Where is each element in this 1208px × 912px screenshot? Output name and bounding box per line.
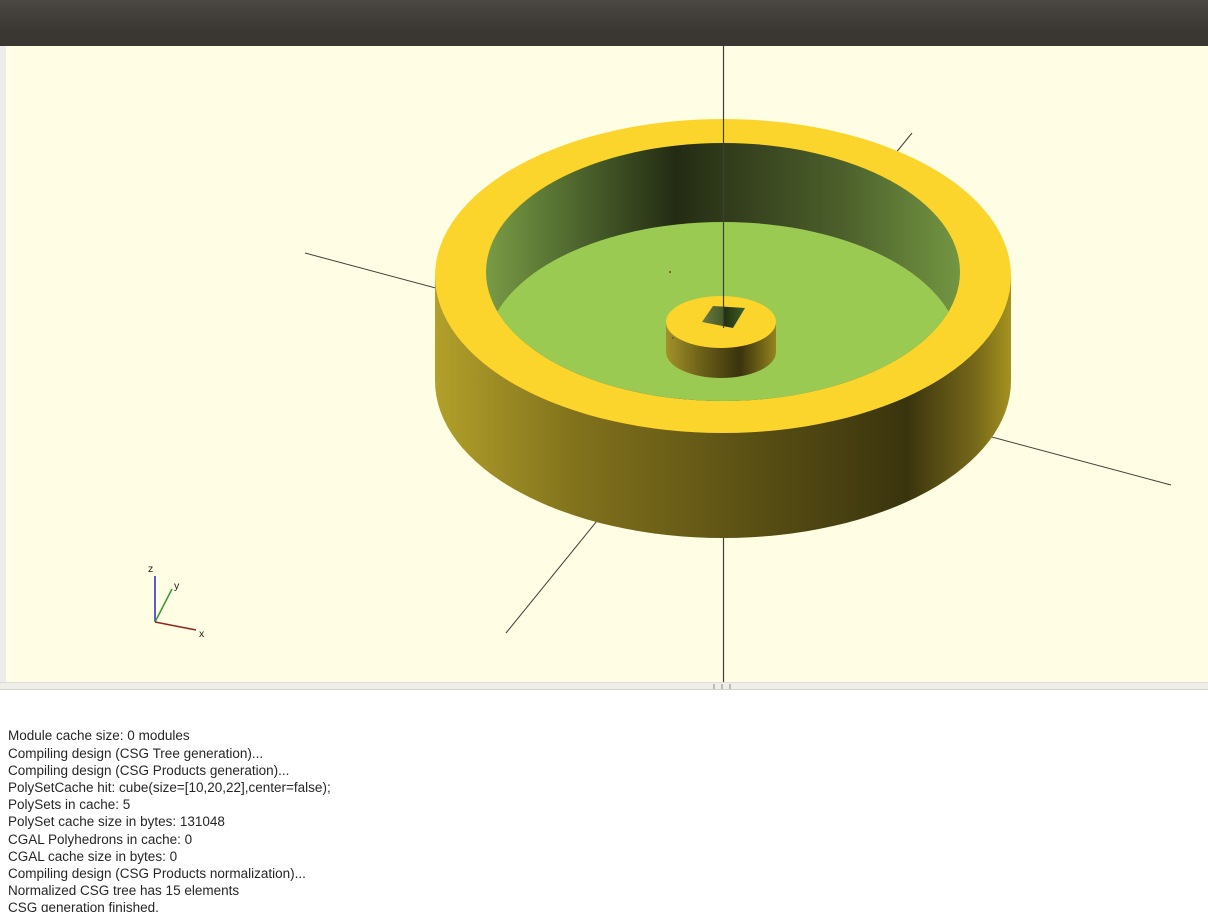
title-bar [0,0,1208,46]
console-line: PolySet cache size in bytes: 131048 [8,813,1200,830]
console-line: CSG generation finished. [8,899,1200,912]
viewport-console-splitter[interactable] [0,682,1208,690]
application-window: z y x Module cache size: 0 modulesCompil… [0,0,1208,912]
render-artifact-speck [669,271,671,273]
indicator-y-label: y [174,580,180,592]
console-line: Module cache size: 0 modules [8,727,1200,744]
window-left-border [0,46,6,682]
console-line: PolySets in cache: 5 [8,796,1200,813]
indicator-z-label: z [148,563,153,575]
splitter-handle-icon[interactable] [713,684,731,689]
indicator-x-label: x [199,628,205,640]
console-line: Compiling design (CSG Products normaliza… [8,865,1200,882]
console-log[interactable]: Module cache size: 0 modulesCompiling de… [0,690,1208,912]
3d-viewport[interactable]: z y x [0,46,1208,682]
console-line: PolySetCache hit: cube(size=[10,20,22],c… [8,779,1200,796]
console-line: CGAL Polyhedrons in cache: 0 [8,831,1200,848]
3d-scene: z y x [0,46,1208,682]
console-line: CGAL cache size in bytes: 0 [8,848,1200,865]
render-artifact-speck [672,337,674,339]
console-line: Compiling design (CSG Products generatio… [8,762,1200,779]
console-line: Normalized CSG tree has 15 elements [8,882,1200,899]
console-line: Compiling design (CSG Tree generation)..… [8,745,1200,762]
